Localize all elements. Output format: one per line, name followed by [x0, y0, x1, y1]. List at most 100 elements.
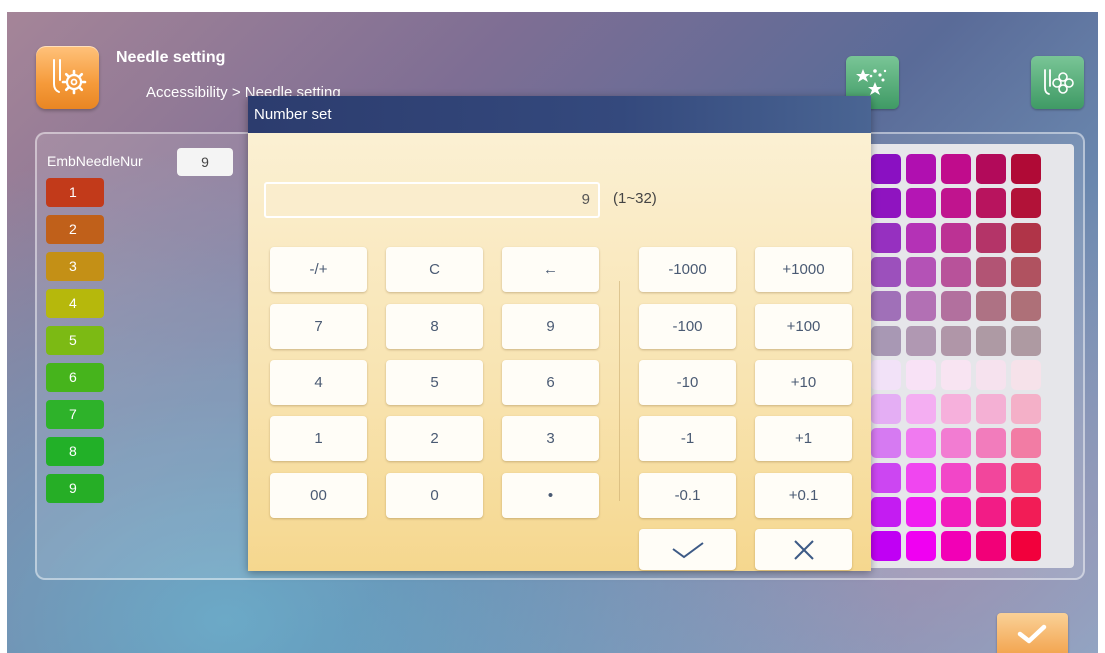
color-swatch[interactable]: [906, 462, 936, 493]
color-swatch[interactable]: [1011, 325, 1041, 356]
color-swatch[interactable]: [941, 359, 971, 390]
color-swatch[interactable]: [1011, 359, 1041, 390]
backspace-key[interactable]: ←: [502, 247, 599, 292]
number-input[interactable]: 9: [264, 182, 600, 218]
color-swatch[interactable]: [976, 462, 1006, 493]
color-swatch[interactable]: [871, 497, 901, 527]
color-swatch[interactable]: [1011, 222, 1041, 253]
color-swatch[interactable]: [871, 462, 901, 493]
step-plus-100[interactable]: +100: [755, 304, 852, 349]
color-swatch[interactable]: [976, 428, 1006, 459]
color-swatch[interactable]: [941, 291, 971, 322]
color-swatch[interactable]: [976, 291, 1006, 322]
color-swatch[interactable]: [906, 154, 936, 184]
color-swatch[interactable]: [906, 188, 936, 219]
color-swatch[interactable]: [941, 497, 971, 527]
color-swatch[interactable]: [871, 325, 901, 356]
color-swatch[interactable]: [906, 359, 936, 390]
double-zero-key[interactable]: 00: [270, 473, 367, 518]
step-plus-1[interactable]: +1: [755, 416, 852, 461]
color-swatch[interactable]: [871, 428, 901, 459]
color-swatch[interactable]: [976, 256, 1006, 287]
color-swatch[interactable]: [976, 531, 1006, 562]
color-swatch[interactable]: [1011, 154, 1041, 184]
step-minus-1[interactable]: -1: [639, 416, 736, 461]
color-swatch[interactable]: [941, 325, 971, 356]
color-swatch[interactable]: [976, 222, 1006, 253]
color-swatch[interactable]: [871, 256, 901, 287]
color-swatch[interactable]: [941, 188, 971, 219]
needle-item-7[interactable]: 7: [46, 400, 104, 429]
color-swatch[interactable]: [941, 394, 971, 425]
color-swatch[interactable]: [871, 188, 901, 219]
color-swatch[interactable]: [941, 462, 971, 493]
ok-button[interactable]: [997, 613, 1068, 653]
color-swatch[interactable]: [871, 154, 901, 184]
color-swatch[interactable]: [1011, 256, 1041, 287]
color-swatch[interactable]: [1011, 188, 1041, 219]
cancel-button[interactable]: [755, 529, 852, 570]
color-swatch[interactable]: [941, 154, 971, 184]
digit-key-7[interactable]: 7: [270, 304, 367, 349]
color-swatch[interactable]: [941, 531, 971, 562]
color-swatch[interactable]: [976, 188, 1006, 219]
clear-key[interactable]: C: [386, 247, 483, 292]
confirm-button[interactable]: [639, 529, 736, 570]
needle-item-2[interactable]: 2: [46, 215, 104, 244]
color-swatch[interactable]: [906, 428, 936, 459]
step-minus-1000[interactable]: -1000: [639, 247, 736, 292]
color-swatch[interactable]: [906, 497, 936, 527]
color-swatch[interactable]: [871, 291, 901, 322]
needle-item-5[interactable]: 5: [46, 326, 104, 355]
needle-item-8[interactable]: 8: [46, 437, 104, 466]
decimal-point-key[interactable]: •: [502, 473, 599, 518]
digit-key-3[interactable]: 3: [502, 416, 599, 461]
digit-key-5[interactable]: 5: [386, 360, 483, 405]
step-minus-100[interactable]: -100: [639, 304, 736, 349]
color-swatch[interactable]: [941, 222, 971, 253]
color-swatch[interactable]: [906, 291, 936, 322]
step-minus-0-1[interactable]: -0.1: [639, 473, 736, 518]
needle-item-3[interactable]: 3: [46, 252, 104, 281]
digit-key-2[interactable]: 2: [386, 416, 483, 461]
emb-needle-value[interactable]: 9: [177, 148, 233, 176]
color-swatch[interactable]: [871, 531, 901, 562]
color-swatch[interactable]: [906, 256, 936, 287]
step-plus-1000[interactable]: +1000: [755, 247, 852, 292]
color-swatch[interactable]: [976, 394, 1006, 425]
color-swatch[interactable]: [976, 359, 1006, 390]
needle-pattern-button[interactable]: [1031, 56, 1084, 109]
color-swatch[interactable]: [906, 325, 936, 356]
step-plus-0-1[interactable]: +0.1: [755, 473, 852, 518]
digit-key-4[interactable]: 4: [270, 360, 367, 405]
step-minus-10[interactable]: -10: [639, 360, 736, 405]
color-swatch[interactable]: [906, 394, 936, 425]
color-swatch[interactable]: [906, 531, 936, 562]
color-swatch[interactable]: [941, 428, 971, 459]
digit-key-9[interactable]: 9: [502, 304, 599, 349]
color-swatch[interactable]: [976, 154, 1006, 184]
digit-key-6[interactable]: 6: [502, 360, 599, 405]
color-swatch[interactable]: [976, 497, 1006, 527]
step-plus-10[interactable]: +10: [755, 360, 852, 405]
color-swatch[interactable]: [871, 394, 901, 425]
color-swatch[interactable]: [1011, 497, 1041, 527]
digit-key-0[interactable]: 0: [386, 473, 483, 518]
color-swatch[interactable]: [906, 222, 936, 253]
color-swatch[interactable]: [871, 359, 901, 390]
color-swatch[interactable]: [1011, 394, 1041, 425]
digit-key-1[interactable]: 1: [270, 416, 367, 461]
digit-key-8[interactable]: 8: [386, 304, 483, 349]
color-swatch[interactable]: [1011, 531, 1041, 562]
color-swatch[interactable]: [1011, 462, 1041, 493]
color-swatch[interactable]: [941, 256, 971, 287]
color-swatch[interactable]: [1011, 428, 1041, 459]
needle-item-9[interactable]: 9: [46, 474, 104, 503]
needle-item-1[interactable]: 1: [46, 178, 104, 207]
sign-toggle-key[interactable]: -/+: [270, 247, 367, 292]
needle-item-4[interactable]: 4: [46, 289, 104, 318]
color-swatch[interactable]: [1011, 291, 1041, 322]
needle-item-6[interactable]: 6: [46, 363, 104, 392]
color-swatch[interactable]: [871, 222, 901, 253]
color-swatch[interactable]: [976, 325, 1006, 356]
